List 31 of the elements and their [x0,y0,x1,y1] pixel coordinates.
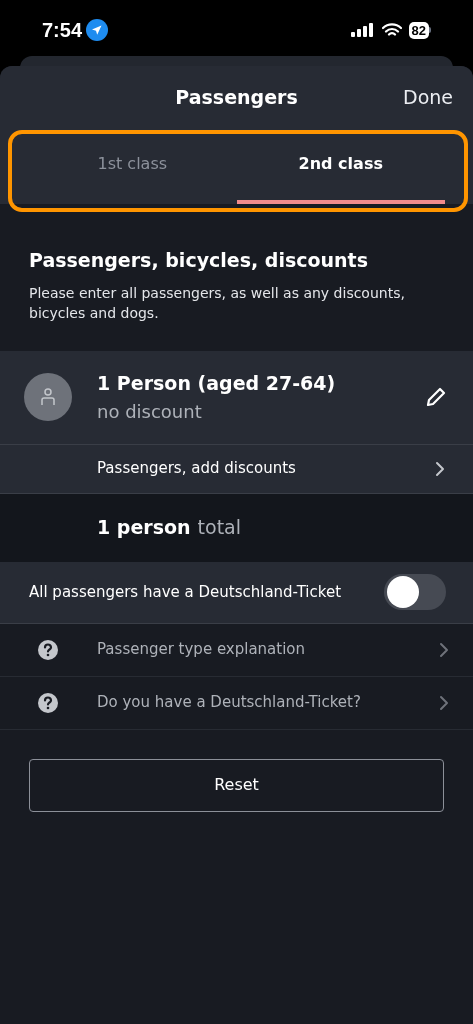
done-button[interactable]: Done [403,82,453,112]
sheet-title: Passengers [175,84,298,110]
question-icon [37,691,59,714]
chevron-right-icon [439,694,449,711]
signal-icon [350,23,375,37]
pencil-icon[interactable] [425,386,447,408]
clock-time: 7:54 [42,18,83,43]
passenger-subtitle: no discount [97,399,203,424]
help-label: Passenger type explanation [97,639,307,661]
help-label: Do you have a Deutschland-Ticket? [97,692,362,714]
wifi-icon [381,22,402,38]
location-icon [86,19,109,41]
person-icon [40,387,56,407]
chevron-right-icon [435,460,445,477]
class-tab[interactable]: 1st class [28,128,237,204]
chevron-right-icon [439,641,449,658]
help-row[interactable]: Do you have a Deutschland-Ticket? [0,676,473,730]
section-title: Passengers, bicycles, discounts [29,248,369,273]
section-description: Please enter all passengers, as well as any discounts, bicycles and dogs. [29,283,406,323]
add-discounts-row[interactable]: Passengers, add discounts [0,444,473,493]
add-discounts-label: Passengers, add discounts [97,458,296,480]
reset-button[interactable]: Reset [29,758,444,812]
help-row[interactable]: Passenger type explanation [0,623,473,677]
total-count: 1 person [97,515,191,541]
question-icon [37,638,59,661]
class-tab[interactable]: 2nd class [236,128,445,204]
toggle-label: All passengers have a Deutschland-Ticket [29,581,341,603]
passenger-title: 1 Person (aged 27-64) [97,371,337,397]
toggle-switch[interactable] [384,574,446,610]
total-label: total [197,515,242,541]
battery-level: 82 [408,21,429,39]
